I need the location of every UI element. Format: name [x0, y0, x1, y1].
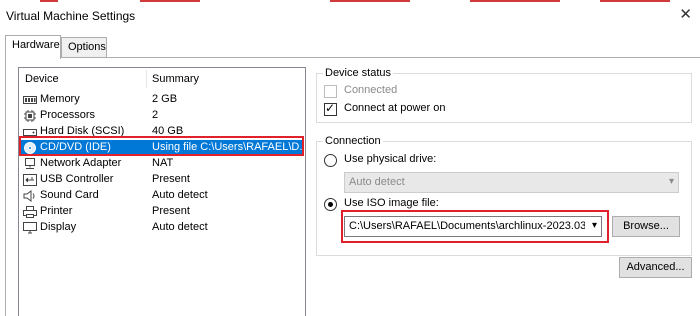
device-summary: Present — [152, 205, 190, 217]
tab-hardware[interactable]: Hardware — [5, 35, 61, 59]
device-row-printer[interactable]: Printer Present — [20, 204, 304, 220]
device-summary: NAT — [152, 157, 174, 169]
physical-drive-radio[interactable] — [324, 154, 337, 167]
device-row-processors[interactable]: Processors 2 — [20, 108, 304, 124]
device-name: Display — [40, 221, 77, 233]
device-summary: 2 — [152, 109, 159, 121]
chevron-down-icon: ▾ — [668, 176, 674, 187]
device-name: Printer — [40, 205, 73, 217]
title-bar: Virtual Machine Settings ✕ — [0, 4, 700, 30]
device-summary: Present — [152, 173, 190, 185]
chevron-down-icon: ▾ — [591, 220, 597, 231]
device-row-memory[interactable]: Memory 2 GB — [20, 92, 304, 108]
connection-group: Connection Use physical drive: Auto dete… — [316, 135, 692, 256]
physical-drive-label: Use physical drive: — [344, 153, 437, 165]
tab-options[interactable]: Options — [61, 37, 107, 57]
device-name: Memory — [40, 93, 80, 105]
device-name: Network Adapter — [40, 157, 122, 169]
device-status-group: Device status Connected ✓ Connect at pow… — [316, 67, 692, 123]
device-summary: 2 GB — [152, 93, 178, 105]
device-summary: Using file C:\Users\RAFAEL\D... — [152, 141, 309, 153]
physical-drive-value: Auto detect — [349, 176, 405, 188]
column-divider[interactable] — [146, 70, 147, 88]
cd-dvd-icon — [24, 142, 36, 154]
speaker-icon — [23, 190, 35, 202]
iso-path-value: C:\Users\RAFAEL\Documents\archlinux-2023… — [349, 220, 585, 232]
column-header-device[interactable]: Device — [25, 73, 59, 85]
device-name: USB Controller — [40, 173, 114, 185]
device-summary: 40 GB — [152, 125, 184, 137]
device-row-hard-disk[interactable]: Hard Disk (SCSI) 40 GB — [20, 124, 304, 140]
connected-label: Connected — [344, 84, 398, 96]
device-status-label: Device status — [323, 67, 394, 79]
connect-at-power-on-checkbox[interactable]: ✓ — [324, 101, 337, 116]
device-row-sound-card[interactable]: Sound Card Auto detect — [20, 188, 304, 204]
processor-icon — [24, 110, 36, 122]
iso-path-select[interactable]: C:\Users\RAFAEL\Documents\archlinux-2023… — [344, 216, 602, 237]
display-icon — [23, 222, 37, 234]
advanced-button[interactable]: Advanced... — [619, 257, 692, 278]
connect-at-power-on-label: Connect at power on — [344, 102, 446, 114]
physical-drive-select[interactable]: Auto detect ▾ — [344, 172, 679, 193]
printer-icon — [23, 206, 37, 218]
device-row-display[interactable]: Display Auto detect — [20, 220, 304, 236]
device-row-cd-dvd[interactable]: CD/DVD (IDE) Using file C:\Users\RAFAEL\… — [20, 140, 309, 156]
iso-image-radio[interactable] — [324, 198, 337, 211]
iso-image-label: Use ISO image file: — [344, 197, 439, 209]
device-list-header: Device Summary — [19, 68, 305, 90]
device-name: Sound Card — [40, 189, 99, 201]
window-title: Virtual Machine Settings — [6, 9, 136, 23]
connected-checkbox[interactable] — [324, 85, 337, 98]
device-list[interactable]: Device Summary Memory 2 GB Processors 2 … — [18, 67, 309, 316]
device-name: Processors — [40, 109, 96, 121]
browse-button[interactable]: Browse... — [612, 216, 680, 237]
hardware-panel: Device Summary Memory 2 GB Processors 2 … — [5, 57, 700, 316]
memory-icon — [23, 96, 37, 104]
column-header-summary[interactable]: Summary — [152, 73, 199, 85]
device-name: CD/DVD (IDE) — [40, 141, 111, 153]
hard-disk-icon — [23, 129, 37, 136]
device-row-network-adapter[interactable]: Network Adapter NAT — [20, 156, 304, 172]
device-row-usb-controller[interactable]: USB Controller Present — [20, 172, 304, 188]
usb-icon — [23, 174, 37, 186]
device-name: Hard Disk (SCSI) — [40, 125, 125, 137]
check-icon: ✓ — [325, 101, 336, 115]
connection-label: Connection — [323, 135, 383, 147]
device-summary: Auto detect — [152, 221, 208, 233]
close-icon[interactable]: ✕ — [679, 6, 692, 24]
network-adapter-icon — [25, 158, 35, 169]
device-summary: Auto detect — [152, 189, 208, 201]
